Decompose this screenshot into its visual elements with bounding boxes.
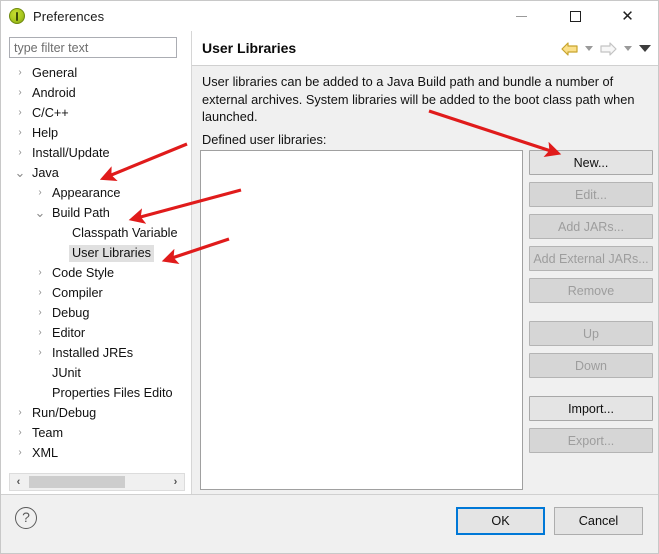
panel-header: User Libraries [192,31,658,66]
chevron-down-icon[interactable]: ⌄ [33,206,47,220]
tree-item-label: Java [32,165,59,180]
tree-item-label: User Libraries [69,244,154,262]
scrollbar-thumb[interactable] [29,476,125,488]
tree-item-label: Code Style [52,265,115,280]
tree-item-label: Build Path [52,205,110,220]
tree-item-label: General [32,65,78,80]
tree-item-label: Install/Update [32,145,110,160]
filter-placeholder: type filter text [14,40,89,55]
up-button: Up [529,321,653,346]
remove-button: Remove [529,278,653,303]
title-bar: Preferences ✕ [1,1,658,31]
user-libraries-list[interactable] [200,150,523,490]
page-title: User Libraries [202,40,297,56]
chevron-right-icon[interactable]: › [33,323,47,343]
chevron-right-icon[interactable]: › [13,103,27,123]
back-arrow-icon[interactable] [561,41,578,56]
tree-item-label: Appearance [52,185,121,200]
scroll-right-arrow-icon[interactable]: › [167,474,184,490]
tree-item-c-c[interactable]: › C/C++ [9,103,185,123]
tree-item-label: Team [32,425,64,440]
chevron-right-icon[interactable]: › [13,83,27,103]
tree-item-label: JUnit [52,365,81,380]
dialog-footer: ? OK Cancel [1,494,658,553]
tree-item-run-debug[interactable]: › Run/Debug [9,403,185,423]
chevron-right-icon[interactable]: › [33,343,47,363]
panel-nav-icons [561,31,651,66]
tree-item-label: Editor [52,325,86,340]
help-icon[interactable]: ? [15,507,37,529]
tree-item-label: Run/Debug [32,405,97,420]
cancel-button[interactable]: Cancel [554,507,643,535]
back-dropdown-chevron-down-icon[interactable] [585,46,593,51]
tree-horizontal-scrollbar[interactable]: ‹ › [9,473,185,491]
close-icon: ✕ [621,7,634,25]
minimize-icon [516,15,527,17]
chevron-right-icon[interactable]: › [33,283,47,303]
filter-input[interactable]: type filter text [9,37,177,58]
tree-item-label: Help [32,125,59,140]
tree-item-compiler[interactable]: › Compiler [9,283,185,303]
maximize-icon [570,10,581,22]
chevron-right-icon[interactable]: › [33,183,47,203]
panel-description: User libraries can be added to a Java Bu… [202,74,635,124]
tree-item-label: XML [32,445,59,460]
down-button: Down [529,353,653,378]
chevron-right-icon[interactable]: › [13,123,27,143]
add-external-jars-button: Add External JARs... [529,246,653,271]
export-button: Export... [529,428,653,453]
new-button[interactable]: New... [529,150,653,175]
chevron-right-icon[interactable]: › [33,303,47,323]
chevron-right-icon[interactable]: › [13,63,27,83]
tree-item-label: Properties Files Edito [52,385,173,400]
import-button[interactable]: Import... [529,396,653,421]
library-action-buttons: New... Edit... Add JARs... Add External JAR… [529,150,653,460]
tree-item-xml[interactable]: › XML [9,443,185,463]
tree-item-team[interactable]: › Team [9,423,185,443]
chevron-down-icon[interactable]: ⌄ [13,166,27,180]
tree-item-classpath-variable[interactable]: Classpath Variable [9,223,185,243]
add-jars-button: Add JARs... [529,214,653,239]
chevron-right-icon[interactable]: › [13,143,27,163]
tree-item-build-path[interactable]: ⌄ Build Path [9,203,185,223]
edit-button: Edit... [529,182,653,207]
tree-item-installed-jres[interactable]: › Installed JREs [9,343,185,363]
eclipse-preferences-icon [9,8,25,24]
chevron-right-icon[interactable]: › [33,263,47,283]
defined-user-libraries-label: Defined user libraries: [202,132,327,147]
tree-item-debug[interactable]: › Debug [9,303,185,323]
tree-item-junit[interactable]: JUnit [9,363,185,383]
tree-item-java[interactable]: ⌄ Java [9,163,185,183]
tree-item-appearance[interactable]: › Appearance [9,183,185,203]
tree-item-label: C/C++ [32,105,69,120]
close-button[interactable]: ✕ [605,1,650,31]
window-title: Preferences [33,8,105,24]
scroll-left-arrow-icon[interactable]: ‹ [10,474,27,490]
preferences-dialog: Preferences ✕ type filter text › General ›… [0,0,659,554]
tree-item-general[interactable]: › General [9,63,185,83]
tree-item-install-update[interactable]: › Install/Update [9,143,185,163]
chevron-right-icon[interactable]: › [13,403,27,423]
chevron-right-icon[interactable]: › [13,423,27,443]
tree-item-editor[interactable]: › Editor [9,323,185,343]
tree-item-help[interactable]: › Help [9,123,185,143]
chevron-right-icon[interactable]: › [13,443,27,463]
tree-item-label: Android [32,85,76,100]
ok-button[interactable]: OK [456,507,545,535]
tree-item-user-libraries[interactable]: User Libraries [9,243,185,263]
preferences-tree[interactable]: › General › Android › C/C++ › Help › Install/Upda… [9,63,185,471]
tree-item-label: Compiler [52,285,103,300]
user-libraries-panel: User Libraries User libraries can be add… [191,31,658,494]
minimize-button[interactable] [499,1,544,31]
tree-item-label: Classpath Variable [72,225,178,240]
tree-item-properties-files-edito[interactable]: Properties Files Edito [9,383,185,403]
tree-item-label: Installed JREs [52,345,134,360]
tree-item-label: Debug [52,305,90,320]
tree-item-android[interactable]: › Android [9,83,185,103]
tree-item-code-style[interactable]: › Code Style [9,263,185,283]
panel-menu-chevron-down-icon[interactable] [639,45,651,52]
maximize-button[interactable] [553,1,598,31]
forward-dropdown-chevron-down-icon[interactable] [624,46,632,51]
forward-arrow-icon [600,41,617,56]
